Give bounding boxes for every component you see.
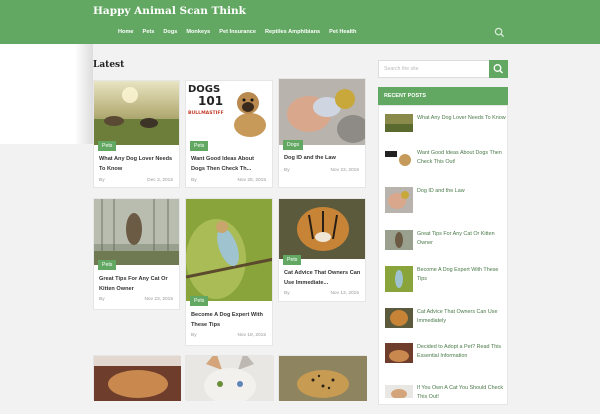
post-category-badge[interactable]: Pets (283, 255, 302, 265)
search-icon (493, 64, 503, 74)
nav-item-pet-health[interactable]: Pet Health (329, 29, 356, 38)
dogs-field-image (94, 81, 179, 145)
recent-post-link[interactable]: If You Own A Cat You Should Check This O… (417, 384, 509, 401)
post-card[interactable] (185, 352, 274, 404)
post-category-badge[interactable]: Pets (190, 296, 209, 306)
recent-post-thumb[interactable] (385, 266, 413, 292)
puppy-image[interactable] (94, 356, 181, 401)
post-date: Nov 18, 2015 (237, 333, 266, 338)
recent-post-item[interactable]: If You Own A Cat You Should Check This O… (385, 384, 505, 414)
tiger-image (279, 199, 365, 259)
search-icon[interactable] (494, 27, 505, 38)
recent-post-link[interactable]: Become A Dog Expert With These Tips (417, 266, 509, 283)
recent-post-thumb[interactable] (385, 384, 413, 398)
nav-item-dogs[interactable]: Dogs (163, 29, 177, 38)
recent-post-link[interactable]: Great Tips For Any Cat Or Kitten Owner (417, 230, 509, 247)
post-author: By (99, 178, 105, 183)
recent-post-item[interactable]: Become A Dog Expert With These Tips (385, 266, 505, 296)
post-image[interactable] (186, 199, 272, 301)
recent-post-thumb[interactable] (385, 343, 413, 363)
serval-image[interactable] (279, 356, 367, 401)
recent-post-link[interactable]: What Any Dog Lover Needs To Know (417, 114, 509, 123)
recent-post-thumb[interactable] (385, 114, 413, 132)
post-title[interactable]: Become A Dog Expert With These Tips (191, 311, 268, 330)
page-shadow (0, 44, 93, 144)
nav-item-home[interactable]: Home (118, 29, 134, 38)
post-category-badge[interactable]: Dogs (283, 140, 304, 150)
search-input[interactable]: Search the site (378, 60, 490, 78)
post-date: Nov 28, 2015 (237, 178, 266, 183)
nav-item-pet-insurance[interactable]: Pet Insurance (219, 29, 256, 38)
search-button[interactable] (489, 60, 508, 78)
post-date: Dec 3, 2015 (147, 178, 173, 183)
recent-post-link[interactable]: Decided to Adopt a Pet? Read This Essent… (417, 343, 509, 360)
post-card[interactable]: DOGS 101 BULLMASTIFF Pets Want Good Idea… (185, 80, 273, 188)
bird-branch-image (186, 199, 272, 301)
post-title[interactable]: Dog ID and the Law (284, 154, 361, 164)
recent-post-item[interactable]: Great Tips For Any Cat Or Kitten Owner (385, 230, 505, 260)
post-author: By (99, 297, 105, 302)
post-card[interactable]: Dogs Dog ID and the Law By Nov 23, 2015 (278, 78, 366, 188)
cat-fence-image (94, 199, 179, 265)
post-card[interactable]: Pets Great Tips For Any Cat Or Kitten Ow… (93, 198, 180, 310)
post-author: By (284, 291, 290, 296)
section-title: Latest (93, 60, 125, 70)
main-nav: Home Pets Dogs Monkeys Pet Insurance Rep… (118, 29, 365, 38)
bullmastiff-dog-image (234, 92, 266, 137)
post-title[interactable]: Great Tips For Any Cat Or Kitten Owner (99, 275, 175, 294)
post-image[interactable] (279, 199, 365, 259)
post-author: By (191, 178, 197, 183)
post-title[interactable]: Want Good Ideas About Dogs Then Check Th… (191, 155, 268, 174)
post-card[interactable] (93, 355, 181, 401)
post-image[interactable] (279, 79, 365, 145)
recent-post-thumb[interactable] (385, 149, 413, 167)
dog-id-tag-image (279, 79, 365, 145)
recent-post-link[interactable]: Want Good Ideas About Dogs Then Check Th… (417, 149, 509, 166)
post-category-badge[interactable]: Pets (190, 141, 209, 151)
recent-post-thumb[interactable] (385, 230, 413, 250)
search-placeholder: Search the site (384, 66, 419, 72)
recent-post-link[interactable]: Dog ID and the Law (417, 187, 509, 196)
site-title[interactable]: Happy Animal Scan Think (93, 5, 246, 17)
post-card[interactable]: Pets Become A Dog Expert With These Tips… (185, 198, 273, 346)
recent-posts-list: What Any Dog Lover Needs To Know Want Go… (378, 105, 508, 405)
recent-post-item[interactable]: Decided to Adopt a Pet? Read This Essent… (385, 343, 505, 373)
post-image[interactable] (94, 199, 179, 265)
post-image[interactable] (94, 81, 179, 145)
cat-face-image[interactable] (186, 352, 274, 404)
post-date: Nov 23, 2015 (144, 297, 173, 302)
post-card[interactable]: Pets Cat Advice That Owners Can Use Imme… (278, 198, 366, 302)
recent-post-link[interactable]: Cat Advice That Owners Can Use Immediate… (417, 308, 509, 325)
recent-post-item[interactable]: Dog ID and the Law (385, 187, 505, 217)
recent-post-item[interactable]: Cat Advice That Owners Can Use Immediate… (385, 308, 505, 338)
post-author: By (191, 333, 197, 338)
post-card[interactable] (278, 355, 367, 401)
nav-item-pets[interactable]: Pets (143, 29, 155, 38)
post-author: By (284, 168, 290, 173)
recent-posts-heading: RECENT POSTS (378, 87, 508, 105)
post-image[interactable]: DOGS 101 BULLMASTIFF (186, 81, 272, 145)
nav-item-monkeys[interactable]: Monkeys (186, 29, 210, 38)
post-title[interactable]: What Any Dog Lover Needs To Know (99, 155, 175, 174)
recent-post-thumb[interactable] (385, 308, 413, 328)
recent-post-thumb[interactable] (385, 187, 413, 213)
post-date: Nov 13, 2015 (330, 291, 359, 296)
post-category-badge[interactable]: Pets (98, 141, 117, 151)
recent-post-item[interactable]: What Any Dog Lover Needs To Know (385, 114, 506, 144)
post-category-badge[interactable]: Pets (98, 260, 117, 270)
post-date: Nov 23, 2015 (330, 168, 359, 173)
site-header: Happy Animal Scan Think Home Pets Dogs M… (0, 0, 600, 44)
recent-post-item[interactable]: Want Good Ideas About Dogs Then Check Th… (385, 149, 505, 179)
nav-item-reptiles[interactable]: Reptiles Amphibians (265, 29, 320, 38)
post-title[interactable]: Cat Advice That Owners Can Use Immediate… (284, 269, 361, 288)
post-card[interactable]: Pets What Any Dog Lover Needs To Know By… (93, 80, 180, 188)
